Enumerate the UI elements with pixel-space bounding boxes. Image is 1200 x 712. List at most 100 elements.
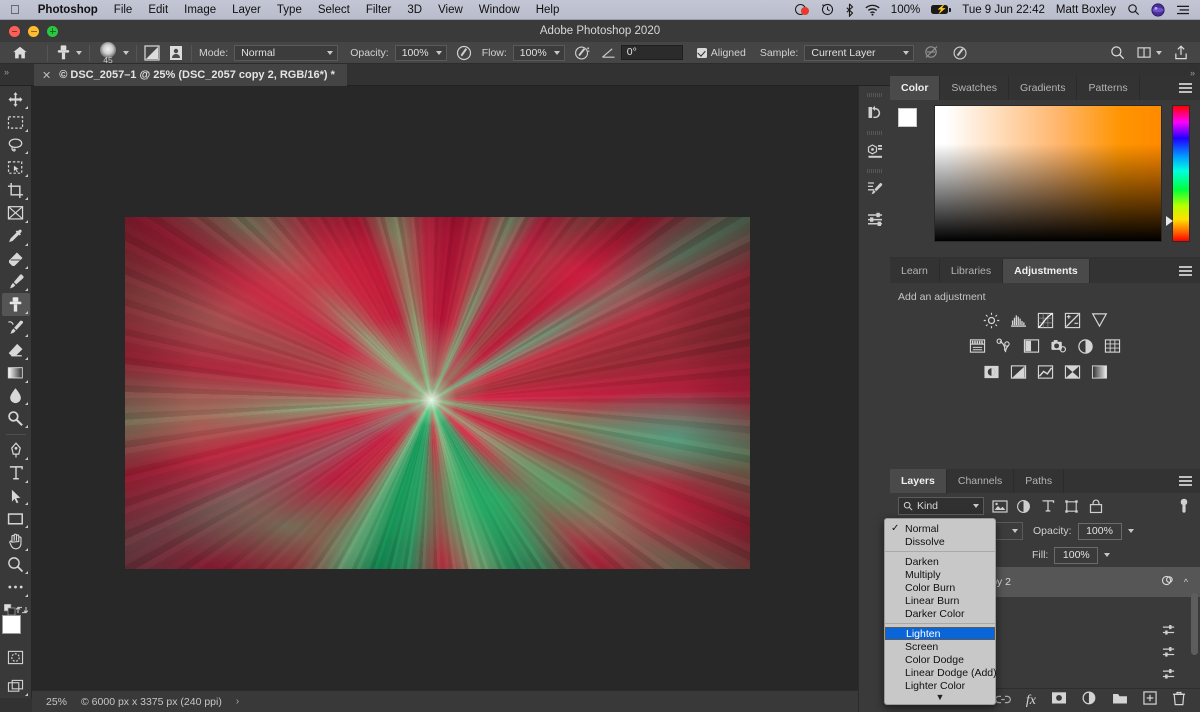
brush-settings-panel-icon[interactable] [144,44,160,61]
photo-filter-icon[interactable] [1050,337,1068,355]
history-panel-icon[interactable] [861,98,889,128]
tab-adjustments[interactable]: Adjustments [1003,259,1090,283]
menu-3d[interactable]: 3D [399,4,430,16]
chevron-down-icon[interactable] [76,50,82,55]
smart-object-filter-icon[interactable] [1087,498,1104,515]
posterize-icon[interactable] [1009,363,1027,381]
home-icon[interactable] [0,45,40,60]
color-lookup-icon[interactable] [1104,337,1122,355]
pressure-size-icon[interactable] [952,45,969,61]
menu-item-linear-dodge-add[interactable]: Linear Dodge (Add) [885,666,997,679]
tab-learn[interactable]: Learn [890,259,940,283]
crop-tool[interactable] [2,179,30,202]
status-expand-arrow-icon[interactable]: › [236,696,239,707]
new-group-icon[interactable] [1112,692,1128,710]
color-picker-marker[interactable] [935,106,943,114]
path-selection-tool[interactable] [2,485,30,508]
notification-center-icon[interactable] [1176,4,1190,16]
menu-item-color-burn[interactable]: Color Burn [885,581,995,594]
hue-slider-marker[interactable] [1166,216,1173,226]
menu-type[interactable]: Type [269,4,310,16]
type-tool[interactable] [2,462,30,485]
hue-slider[interactable] [1166,105,1190,242]
menubar-datetime[interactable]: Tue 9 Jun 22:42 [962,4,1045,16]
chevron-up-icon[interactable]: ^ [1184,577,1188,587]
brush-angle-input[interactable]: 0° [620,45,683,60]
new-adjustment-layer-icon[interactable] [1082,691,1097,711]
new-layer-icon[interactable] [1143,691,1157,710]
zoom-level[interactable]: 25% [46,696,67,708]
filter-blending-options-icon[interactable] [1162,623,1176,637]
link-layers-icon[interactable] [995,692,1011,710]
tab-libraries[interactable]: Libraries [940,259,1004,283]
pixel-layer-filter-icon[interactable] [991,498,1008,515]
menu-item-normal[interactable]: ✓ Normal [885,522,995,535]
expand-left-icon[interactable]: » [4,67,9,77]
eyedropper-tool[interactable] [2,225,30,248]
menu-app-name[interactable]: Photoshop [30,4,106,16]
eraser-tool[interactable] [2,339,30,362]
properties-panel-icon[interactable] [861,174,889,204]
panel-menu-icon[interactable] [1179,266,1192,276]
layer-style-fx-icon[interactable]: fx [1026,693,1036,709]
menu-item-lighten[interactable]: Lighten [885,627,995,640]
lasso-tool[interactable] [2,134,30,157]
siri-icon[interactable] [1151,2,1165,17]
hand-tool[interactable] [2,530,30,553]
channel-mixer-icon[interactable] [1077,337,1095,355]
invert-icon[interactable] [982,363,1000,381]
ignore-adjustment-layers-icon[interactable] [924,45,940,60]
blend-mode-dropdown-menu[interactable]: ✓ Normal Dissolve Darken Multiply Color … [884,518,997,705]
close-tab-icon[interactable]: ✕ [42,69,51,82]
panel-menu-icon[interactable] [1179,476,1192,486]
smart-object-icon[interactable] [1161,574,1174,590]
tab-swatches[interactable]: Swatches [940,76,1009,100]
layers-scrollbar[interactable] [1191,593,1198,655]
threshold-icon[interactable] [1036,363,1054,381]
clone-stamp-tool[interactable] [1,293,30,317]
panel-menu-icon[interactable] [1179,83,1192,93]
screen-mode-button[interactable] [2,675,30,698]
menu-help[interactable]: Help [528,4,568,16]
selective-color-icon[interactable] [1063,363,1081,381]
dodge-tool[interactable] [2,407,30,430]
brush-tool[interactable] [2,271,30,294]
history-brush-tool[interactable] [2,316,30,339]
move-tool[interactable] [2,88,30,111]
tab-channels[interactable]: Channels [947,469,1015,493]
menu-item-multiply[interactable]: Multiply [885,568,995,581]
brush-preset-picker[interactable]: 45 [97,41,129,65]
chevron-down-icon[interactable] [1156,50,1162,55]
foreground-color-swatch[interactable] [1,615,21,635]
dock-grip[interactable] [866,93,883,97]
clone-source-panel-icon[interactable] [168,45,184,61]
menu-filter[interactable]: Filter [358,4,400,16]
tab-paths[interactable]: Paths [1014,469,1065,493]
menubar-user[interactable]: Matt Boxley [1056,4,1116,16]
black-white-icon[interactable] [1023,337,1041,355]
blur-tool[interactable] [2,385,30,408]
bluetooth-icon[interactable] [845,2,854,17]
artboard[interactable] [125,217,750,569]
sliders-panel-icon[interactable] [861,204,889,234]
chevron-down-icon[interactable] [1127,529,1134,533]
battery-charging-icon[interactable]: ⚡ [931,5,952,14]
menu-window[interactable]: Window [471,4,528,16]
chevron-down-icon[interactable] [1104,553,1111,557]
color-field[interactable] [934,105,1162,242]
rectangle-tool[interactable] [2,507,30,530]
menu-item-linear-burn[interactable]: Linear Burn [885,594,995,607]
delete-layer-icon[interactable] [1172,691,1186,711]
apple-icon[interactable]:  [10,3,20,16]
curves-icon[interactable] [1036,311,1054,329]
wifi-icon[interactable] [865,4,880,16]
quick-mask-button[interactable] [2,646,30,669]
menu-edit[interactable]: Edit [140,4,176,16]
search-icon[interactable] [1127,3,1140,16]
3d-panel-icon[interactable] [861,136,889,166]
adjustment-layer-filter-icon[interactable] [1015,498,1032,515]
edit-toolbar-button[interactable] [2,576,30,599]
tab-gradients[interactable]: Gradients [1009,76,1078,100]
aligned-checkbox[interactable]: Aligned [696,47,746,59]
tab-patterns[interactable]: Patterns [1077,76,1140,100]
